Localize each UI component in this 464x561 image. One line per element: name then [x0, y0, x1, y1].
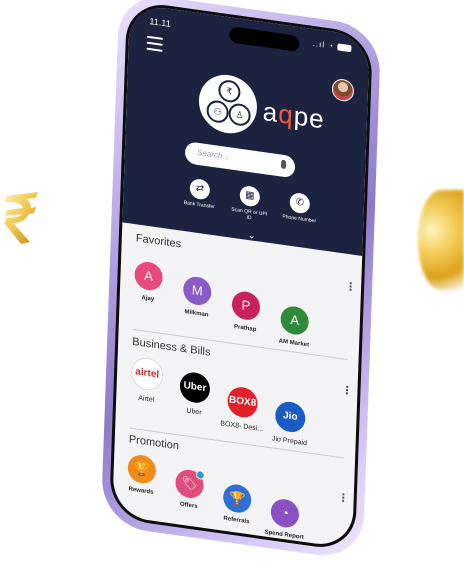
contact-name: Ajay — [141, 295, 155, 303]
biller-item[interactable]: Uber Uber — [168, 369, 221, 419]
app-screen: 11.11 ..ıl ◔ ₹ ⚇ ♙ aqpe Search... ⇄ Bank… — [112, 3, 370, 549]
promo-item[interactable]: 🏆 Referrals — [210, 481, 263, 527]
phone-mockup: 11.11 ..ıl ◔ ₹ ⚇ ♙ aqpe Search... ⇄ Bank… — [40, 0, 382, 561]
biller-item[interactable]: airtel Airtel — [120, 354, 174, 406]
bank-transfer-label: Bank Transfer — [183, 199, 215, 211]
logo-user-icon: ♙ — [228, 102, 252, 128]
contact-avatar: A — [134, 260, 164, 292]
favorite-contact[interactable]: A Ajay — [123, 259, 174, 306]
avatar[interactable] — [331, 77, 355, 103]
qr-scan-icon: ▦ — [239, 184, 261, 208]
favorite-contact[interactable]: P Prathap — [220, 288, 271, 335]
quick-actions: ⇄ Bank Transfer ▦ Scan QR or UPI ID ✆ Ph… — [179, 176, 330, 237]
trophy-icon: 🏆 — [127, 453, 157, 486]
rupee-decoration-icon — [4, 192, 38, 244]
promo-item[interactable]: ◔ Spend Report — [258, 496, 311, 542]
contact-avatar: M — [182, 274, 212, 307]
biller-name: BOX8- Desi... — [220, 420, 264, 434]
favorite-contact[interactable]: M Milkman — [171, 273, 222, 320]
biller-item[interactable]: Jio Jio Prepaid — [263, 398, 316, 448]
coin-decoration — [418, 190, 464, 290]
brand-logo-icon: ₹ ⚇ ♙ — [197, 71, 258, 138]
phone-number-button[interactable]: ✆ Phone Number — [279, 190, 320, 224]
bank-transfer-icon: ⇄ — [189, 177, 211, 201]
search-placeholder: Search... — [196, 147, 230, 162]
promo-item[interactable]: 🏆 Rewards — [115, 452, 168, 498]
scan-qr-button[interactable]: ▦ Scan QR or UPI ID — [229, 183, 270, 223]
menu-icon[interactable] — [146, 35, 163, 52]
status-icons: ..ıl ◔ — [313, 39, 352, 53]
favorites-title: Favorites — [135, 232, 182, 251]
biller-name: Airtel — [138, 394, 155, 404]
promotion-more-icon[interactable]: ⋮ — [337, 491, 348, 505]
notification-badge — [195, 469, 206, 481]
promo-name: Rewards — [128, 486, 154, 496]
phone-frame: 11.11 ..ıl ◔ ₹ ⚇ ♙ aqpe Search... ⇄ Bank… — [100, 0, 382, 561]
logo-rupee-icon: ₹ — [218, 78, 241, 104]
scan-qr-label: Scan QR or UPI ID — [231, 206, 268, 222]
brand-name: aqpe — [262, 96, 326, 135]
app-header: 11.11 ..ıl ◔ ₹ ⚇ ♙ aqpe Search... ⇄ Bank… — [122, 3, 370, 256]
dynamic-island — [229, 26, 300, 52]
chevron-down-icon[interactable]: ⌄ — [247, 230, 256, 242]
airtel-logo-icon: airtel — [130, 355, 164, 393]
search-input[interactable]: Search... — [184, 141, 296, 179]
bank-transfer-button[interactable]: ⇄ Bank Transfer — [179, 176, 220, 210]
favorites-more-icon[interactable]: ⋮ — [345, 280, 356, 294]
contact-name: Milkman — [184, 309, 209, 319]
phone-number-label: Phone Number — [282, 213, 317, 225]
business-more-icon[interactable]: ⋮ — [341, 383, 352, 397]
promo-name: Offers — [179, 501, 198, 511]
logo-people-icon: ⚇ — [206, 99, 230, 125]
contact-avatar: A — [280, 304, 310, 337]
contact-name: Prathap — [233, 324, 257, 334]
pie-chart-icon: ◔ — [270, 497, 300, 530]
mic-icon[interactable] — [280, 159, 287, 170]
promo-name: Referrals — [223, 515, 250, 526]
favorite-contact[interactable]: A AM Market — [269, 303, 320, 350]
biller-name: Uber — [186, 407, 202, 417]
trophy-icon: 🏆 — [222, 482, 252, 515]
box8-logo-icon: BOX8 — [227, 385, 259, 420]
contact-name: AM Market — [278, 338, 310, 349]
wifi-icon: ◔ — [328, 41, 335, 51]
promo-name: Spend Report — [264, 529, 304, 541]
phone-icon: ✆ — [289, 191, 311, 215]
battery-icon — [337, 43, 352, 53]
contact-avatar: P — [231, 289, 261, 322]
signal-icon: ..ıl — [312, 38, 326, 50]
phone-screen: 11.11 ..ıl ◔ ₹ ⚇ ♙ aqpe Search... ⇄ Bank… — [109, 0, 373, 553]
tag-icon: 🏷 — [175, 468, 206, 500]
uber-logo-icon: Uber — [179, 370, 211, 405]
biller-item[interactable]: BOX8 BOX8- Desi... — [216, 384, 269, 434]
jio-logo-icon: Jio — [274, 399, 306, 435]
promotion-title: Promotion — [128, 433, 180, 453]
status-time: 11.11 — [149, 16, 171, 29]
promo-item[interactable]: 🏷 Offers — [163, 466, 216, 512]
